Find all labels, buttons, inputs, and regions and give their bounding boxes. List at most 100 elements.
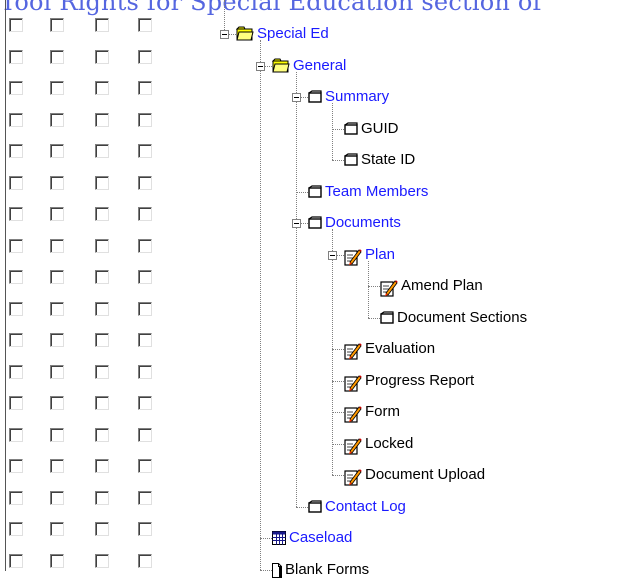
collapse-toggle[interactable]: [328, 251, 337, 260]
rights-checkbox[interactable]: [95, 522, 109, 536]
collapse-toggle[interactable]: [292, 219, 301, 228]
rights-checkbox[interactable]: [9, 270, 23, 284]
edit-document-icon: [344, 374, 358, 388]
rights-checkbox[interactable]: [138, 176, 152, 190]
rights-checkbox[interactable]: [95, 18, 109, 32]
rights-checkbox[interactable]: [138, 144, 152, 158]
rights-checkbox[interactable]: [9, 207, 23, 221]
rights-checkbox[interactable]: [138, 81, 152, 95]
tree-node-label[interactable]: Documents: [325, 213, 401, 233]
rights-checkbox[interactable]: [50, 333, 64, 347]
rights-checkbox[interactable]: [95, 365, 109, 379]
rights-checkbox[interactable]: [50, 50, 64, 64]
tree-node-label: Amend Plan: [401, 277, 483, 294]
rights-checkbox[interactable]: [95, 428, 109, 442]
rights-checkbox[interactable]: [138, 522, 152, 536]
collapse-toggle[interactable]: [292, 93, 301, 102]
rights-checkbox[interactable]: [50, 459, 64, 473]
rights-checkbox[interactable]: [95, 333, 109, 347]
page-icon: [308, 216, 322, 230]
rights-checkbox[interactable]: [50, 554, 64, 568]
rights-checkbox[interactable]: [138, 396, 152, 410]
rights-checkbox[interactable]: [9, 491, 23, 505]
rights-checkbox[interactable]: [9, 554, 23, 568]
rights-checkbox[interactable]: [95, 396, 109, 410]
rights-checkbox[interactable]: [9, 113, 23, 127]
tree-connector-line: [296, 72, 297, 507]
rights-checkbox[interactable]: [95, 239, 109, 253]
tree-node-label[interactable]: Caseload: [289, 528, 352, 548]
rights-checkbox[interactable]: [95, 491, 109, 505]
rights-checkbox[interactable]: [9, 81, 23, 95]
rights-checkbox[interactable]: [138, 18, 152, 32]
rights-checkbox[interactable]: [95, 554, 109, 568]
rights-checkbox[interactable]: [9, 302, 23, 316]
tree-node-label: Document Upload: [365, 466, 486, 483]
tree-node-label[interactable]: Summary: [325, 87, 389, 107]
rights-checkbox[interactable]: [138, 207, 152, 221]
rights-checkbox[interactable]: [50, 491, 64, 505]
rights-checkbox[interactable]: [50, 428, 64, 442]
rights-checkbox[interactable]: [9, 522, 23, 536]
rights-checkbox[interactable]: [9, 365, 23, 379]
rights-checkbox[interactable]: [9, 428, 23, 442]
rights-checkbox[interactable]: [50, 365, 64, 379]
rights-checkbox[interactable]: [50, 18, 64, 32]
rights-checkbox[interactable]: [9, 239, 23, 253]
rights-checkbox[interactable]: [95, 113, 109, 127]
tree-connector-line: [368, 261, 369, 318]
rights-checkbox[interactable]: [95, 459, 109, 473]
rights-checkbox[interactable]: [9, 333, 23, 347]
rights-checkbox[interactable]: [138, 459, 152, 473]
rights-checkbox[interactable]: [9, 176, 23, 190]
rights-checkbox[interactable]: [50, 144, 64, 158]
page-icon: [380, 311, 394, 325]
rights-checkbox[interactable]: [95, 302, 109, 316]
calendar-grid-icon: [272, 531, 286, 545]
rights-checkbox[interactable]: [95, 207, 109, 221]
rights-checkbox[interactable]: [9, 18, 23, 32]
rights-checkbox[interactable]: [138, 365, 152, 379]
rights-checkbox[interactable]: [138, 270, 152, 284]
rights-checkbox[interactable]: [50, 522, 64, 536]
rights-checkbox[interactable]: [95, 144, 109, 158]
collapse-toggle[interactable]: [256, 62, 265, 71]
rights-checkbox[interactable]: [50, 270, 64, 284]
rights-checkbox[interactable]: [138, 333, 152, 347]
rights-checkbox[interactable]: [50, 302, 64, 316]
edit-document-icon: [344, 405, 358, 419]
rights-checkbox[interactable]: [50, 239, 64, 253]
rights-checkbox[interactable]: [9, 144, 23, 158]
rights-checkbox[interactable]: [95, 270, 109, 284]
rights-checkbox[interactable]: [50, 113, 64, 127]
rights-checkbox[interactable]: [95, 81, 109, 95]
rights-checkbox[interactable]: [138, 428, 152, 442]
page-icon: [308, 500, 322, 514]
tree-node-label[interactable]: Contact Log: [325, 497, 406, 517]
rights-checkbox[interactable]: [138, 50, 152, 64]
rights-checkbox[interactable]: [50, 396, 64, 410]
page-icon: [308, 90, 322, 104]
rights-checkbox[interactable]: [50, 176, 64, 190]
rights-checkbox[interactable]: [9, 50, 23, 64]
tree-node-label[interactable]: Team Members: [325, 182, 428, 202]
rights-checkbox[interactable]: [9, 459, 23, 473]
tree-node-label[interactable]: General: [293, 56, 346, 76]
folder-icon: [236, 26, 254, 41]
rights-checkbox[interactable]: [50, 81, 64, 95]
rights-checkbox[interactable]: [138, 239, 152, 253]
tree-node-label: Blank Forms: [285, 561, 370, 578]
rights-checkbox[interactable]: [95, 176, 109, 190]
tree-node-label[interactable]: Special Ed: [257, 24, 329, 44]
rights-checkbox[interactable]: [138, 554, 152, 568]
rights-checkbox[interactable]: [138, 302, 152, 316]
collapse-toggle[interactable]: [220, 30, 229, 39]
tree-node-label: Locked: [365, 435, 414, 452]
rights-checkbox[interactable]: [95, 50, 109, 64]
tree-node-label[interactable]: Plan: [365, 245, 395, 265]
rights-checkbox[interactable]: [50, 207, 64, 221]
rights-checkbox[interactable]: [9, 396, 23, 410]
rights-checkbox[interactable]: [138, 113, 152, 127]
page-icon: [344, 153, 358, 167]
rights-checkbox[interactable]: [138, 491, 152, 505]
